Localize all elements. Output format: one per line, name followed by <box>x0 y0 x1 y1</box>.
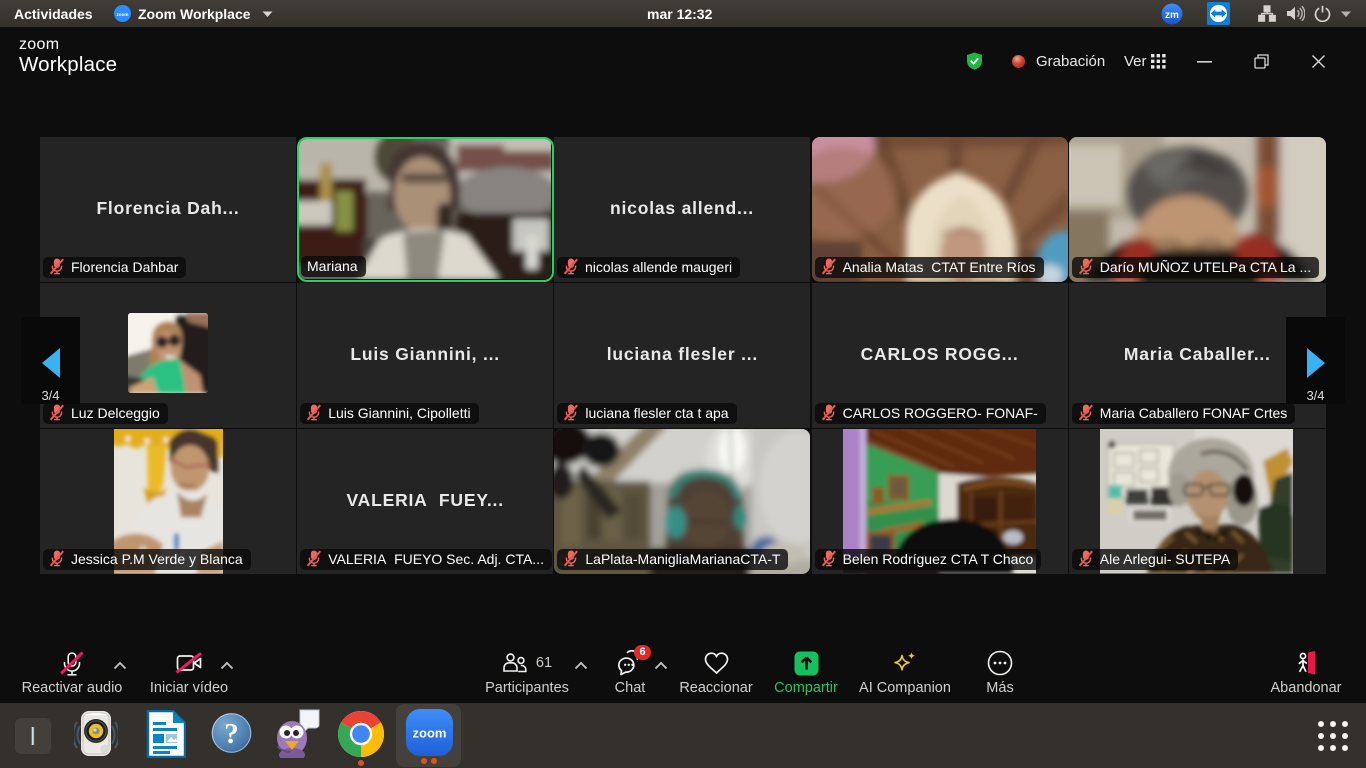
svg-text:zm: zm <box>1165 10 1179 21</box>
svg-text:zoom: zoom <box>413 726 447 741</box>
svg-text:?: ? <box>224 718 239 750</box>
svg-text:zoom: zoom <box>117 12 129 17</box>
